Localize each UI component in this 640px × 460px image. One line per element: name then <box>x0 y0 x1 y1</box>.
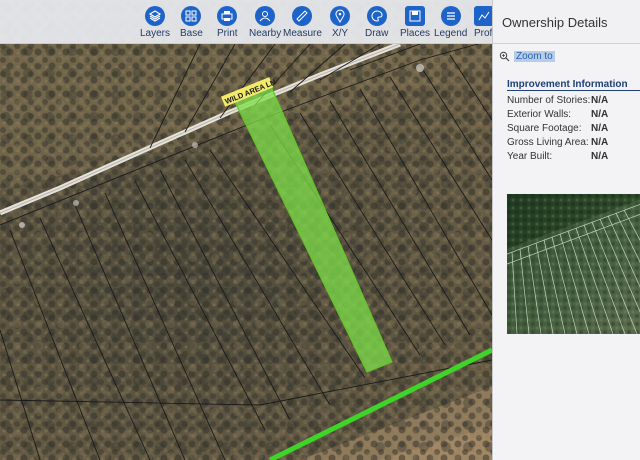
info-row-square-footage: Square Footage: N/A <box>507 122 640 136</box>
toolbar-legend-label: Legend <box>434 28 468 39</box>
toolbar-layers-label: Layers <box>140 28 171 39</box>
info-label: Gross Living Area: <box>507 137 589 148</box>
toolbar-print-button[interactable]: Print <box>217 6 238 42</box>
info-row-year-built: Year Built: N/A <box>507 150 640 164</box>
legend-list-icon <box>440 6 461 26</box>
info-row-gross-living-area: Gross Living Area: N/A <box>507 136 640 150</box>
info-value: N/A <box>591 95 609 106</box>
draw-palette-icon <box>366 6 387 26</box>
toolbar-xy-button[interactable]: X/Y <box>330 6 350 42</box>
places-save-icon <box>405 6 425 26</box>
base-grid-icon <box>181 6 202 26</box>
toolbar-layers-button[interactable]: Layers <box>140 6 170 42</box>
zoom-magnifier-icon <box>499 51 510 61</box>
parcel-thumbnail-image <box>507 194 640 334</box>
panel-title: Ownership Details <box>493 0 640 44</box>
measure-ruler-icon <box>292 6 313 26</box>
toolbar-measure-button[interactable]: Measure <box>283 6 322 42</box>
info-label: Exterior Walls: <box>507 109 572 120</box>
toolbar-base-label: Base <box>180 28 203 39</box>
improvement-section: Improvement Information Number of Storie… <box>507 79 640 164</box>
info-row-stories: Number of Stories: N/A <box>507 94 640 108</box>
location-pin-icon <box>330 6 350 26</box>
toolbar-places-label: Places <box>400 28 431 39</box>
zoom-to-label: Zoom to <box>514 50 555 62</box>
nearby-icon <box>255 6 276 26</box>
info-row-exterior-walls: Exterior Walls: N/A <box>507 108 640 122</box>
ownership-details-panel: Ownership Details Zoom to Improvement In… <box>492 0 640 460</box>
toolbar-draw-button[interactable]: Draw <box>365 6 388 42</box>
zoom-to-button[interactable]: Zoom to <box>493 44 640 66</box>
toolbar-base-button[interactable]: Base <box>180 6 203 42</box>
print-icon <box>217 6 238 26</box>
toolbar-draw-label: Draw <box>365 28 389 39</box>
layers-icon <box>145 6 165 26</box>
toolbar-print-label: Print <box>217 28 238 39</box>
toolbar-nearby-button[interactable]: Nearby <box>249 6 281 42</box>
info-label: Square Footage: <box>507 123 582 134</box>
toolbar-nearby-label: Nearby <box>249 28 282 39</box>
toolbar-legend-button[interactable]: Legend <box>434 6 467 42</box>
info-label: Number of Stories: <box>507 95 591 106</box>
toolbar-places-button[interactable]: Places <box>400 6 430 42</box>
info-value: N/A <box>591 151 609 162</box>
info-value: N/A <box>591 137 609 148</box>
toolbar-xy-label: X/Y <box>331 28 349 39</box>
info-value: N/A <box>591 109 609 120</box>
info-value: N/A <box>591 123 609 134</box>
toolbar-measure-label: Measure <box>283 28 322 39</box>
info-label: Year Built: <box>507 151 553 162</box>
improvement-heading: Improvement Information <box>507 79 640 91</box>
